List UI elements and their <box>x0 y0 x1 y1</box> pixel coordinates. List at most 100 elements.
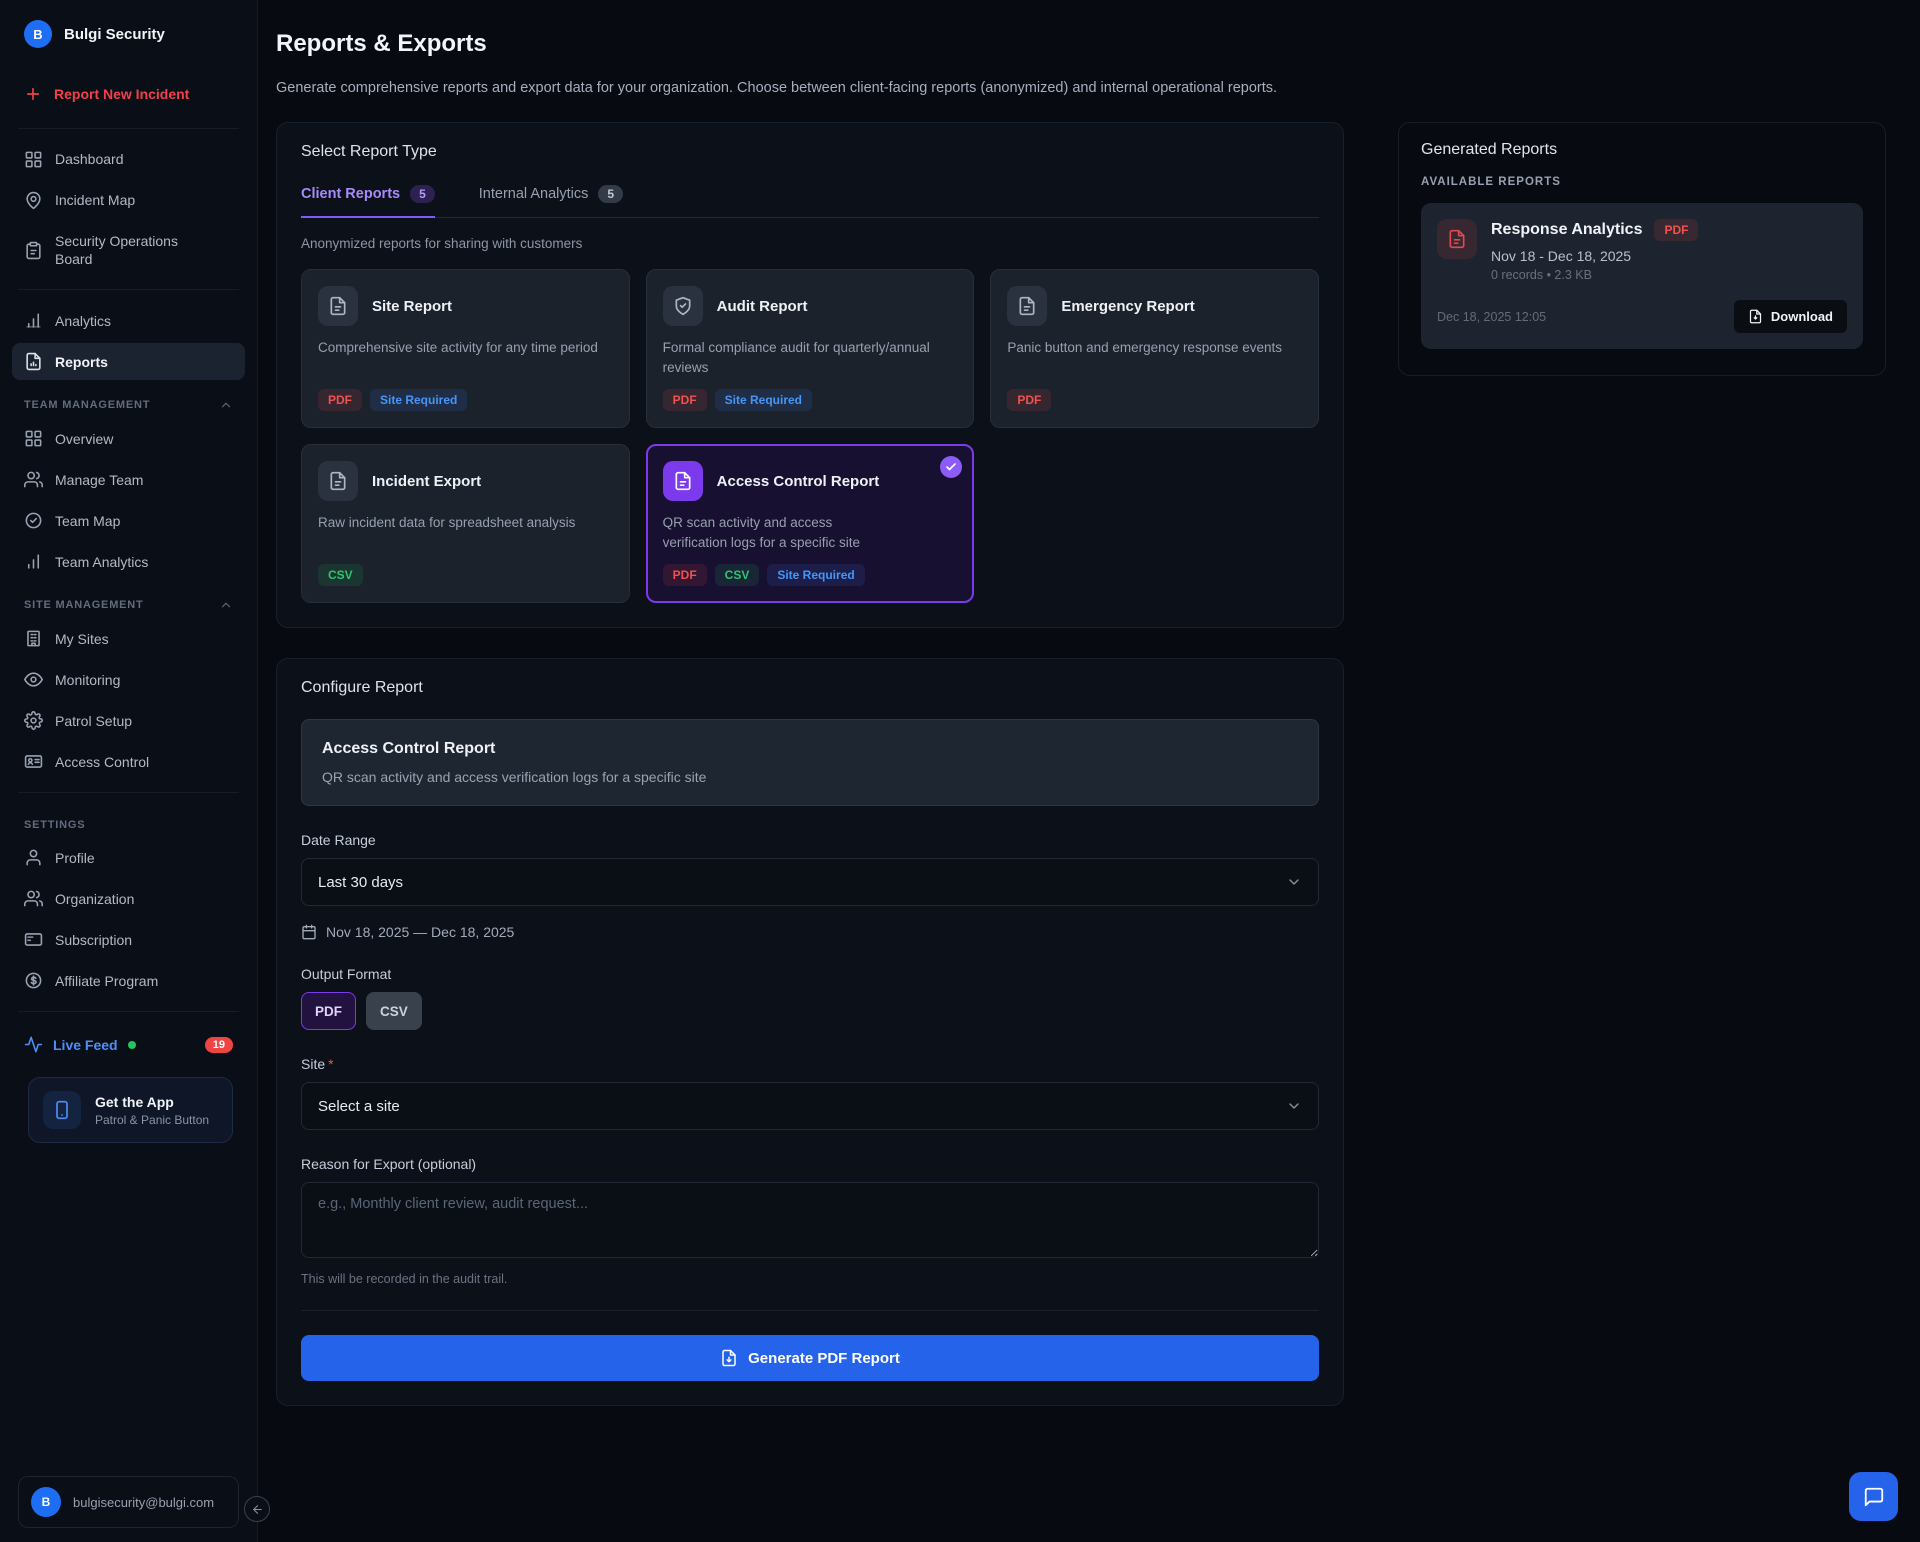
sidebar-item-live-feed[interactable]: Live Feed 19 <box>12 1026 245 1063</box>
pdf-badge: PDF <box>663 564 707 586</box>
sidebar-collapse-button[interactable] <box>244 1496 270 1522</box>
sidebar-item-team-analytics[interactable]: Team Analytics <box>12 543 245 580</box>
id-card-icon <box>24 752 43 771</box>
section-label: SITE MANAGEMENT <box>24 599 144 611</box>
chat-widget-button[interactable] <box>1849 1472 1898 1521</box>
report-new-incident-button[interactable]: Report New Incident <box>12 76 245 112</box>
generate-report-label: Generate PDF Report <box>748 1350 900 1367</box>
sidebar-item-subscription[interactable]: Subscription <box>12 921 245 958</box>
sidebar-item-my-sites[interactable]: My Sites <box>12 620 245 657</box>
generated-report-title: Response Analytics <box>1491 221 1642 239</box>
get-the-app-card[interactable]: Get the App Patrol & Panic Button <box>28 1077 233 1143</box>
summary-desc: QR scan activity and access verification… <box>322 769 1298 785</box>
dashboard-grid-icon <box>24 150 43 169</box>
tab-label: Internal Analytics <box>479 186 589 202</box>
section-label: TEAM MANAGEMENT <box>24 399 150 411</box>
generated-report-range: Nov 18 - Dec 18, 2025 <box>1491 248 1698 264</box>
site-select[interactable]: Select a site <box>301 1082 1319 1130</box>
app-name: Bulgi Security <box>64 26 165 43</box>
tab-label: Client Reports <box>301 186 400 202</box>
sidebar-item-team-map[interactable]: Team Map <box>12 502 245 539</box>
pdf-badge: PDF <box>663 389 707 411</box>
report-card-title: Incident Export <box>372 473 481 490</box>
report-card-audit-report[interactable]: Audit Report Formal compliance audit for… <box>646 269 975 428</box>
sidebar-item-affiliate-program[interactable]: Affiliate Program <box>12 962 245 999</box>
file-icon <box>720 1349 738 1367</box>
account-button[interactable]: B bulgisecurity@bulgi.com <box>18 1476 239 1528</box>
sidebar-item-label: Monitoring <box>55 671 120 689</box>
file-icon <box>318 286 358 326</box>
sidebar-item-organization[interactable]: Organization <box>12 880 245 917</box>
sidebar-item-dashboard[interactable]: Dashboard <box>12 141 245 178</box>
reason-label: Reason for Export (optional) <box>301 1156 1319 1172</box>
generate-report-button[interactable]: Generate PDF Report <box>301 1335 1319 1381</box>
format-pdf-button[interactable]: PDF <box>301 992 356 1030</box>
eye-icon <box>24 670 43 689</box>
reason-textarea[interactable] <box>301 1182 1319 1258</box>
generated-reports-panel: Generated Reports AVAILABLE REPORTS Resp… <box>1398 122 1886 376</box>
sidebar-item-monitoring[interactable]: Monitoring <box>12 661 245 698</box>
sidebar-item-label: Manage Team <box>55 471 143 489</box>
configure-heading: Configure Report <box>301 679 1319 697</box>
download-label: Download <box>1771 309 1833 324</box>
sidebar-item-analytics[interactable]: Analytics <box>12 302 245 339</box>
download-button[interactable]: Download <box>1734 300 1847 333</box>
csv-badge: CSV <box>318 564 363 586</box>
sidebar-item-label: My Sites <box>55 630 109 648</box>
sidebar-item-label: Dashboard <box>55 150 124 168</box>
credit-card-icon <box>24 930 43 949</box>
sidebar-item-incident-map[interactable]: Incident Map <box>12 182 245 219</box>
file-icon <box>1007 286 1047 326</box>
clipboard-icon <box>24 241 43 260</box>
divider <box>18 128 239 129</box>
report-card-emergency-report[interactable]: Emergency Report Panic button and emerge… <box>990 269 1319 428</box>
tab-internal-analytics[interactable]: Internal Analytics 5 <box>479 185 623 217</box>
sidebar-section-site-management[interactable]: SITE MANAGEMENT <box>24 598 233 612</box>
bar-chart-icon <box>24 311 43 330</box>
reason-helper: This will be recorded in the audit trail… <box>301 1272 1319 1286</box>
shield-check-icon <box>663 286 703 326</box>
shield-check-icon <box>24 511 43 530</box>
date-range-select[interactable]: Last 30 days <box>301 858 1319 906</box>
sidebar-item-label: Analytics <box>55 312 111 330</box>
summary-title: Access Control Report <box>322 740 1298 758</box>
users-icon <box>24 889 43 908</box>
report-card-access-control-report[interactable]: Access Control Report QR scan activity a… <box>646 444 975 603</box>
date-range-value: Last 30 days <box>318 874 403 891</box>
date-range-label: Date Range <box>301 832 1319 848</box>
pdf-badge: PDF <box>1007 389 1051 411</box>
tab-count-badge: 5 <box>598 185 623 203</box>
sidebar-item-label: Overview <box>55 430 113 448</box>
chevron-up-icon <box>219 598 233 612</box>
sidebar-item-reports[interactable]: Reports <box>12 343 245 380</box>
sidebar-item-profile[interactable]: Profile <box>12 839 245 876</box>
tab-client-reports[interactable]: Client Reports 5 <box>301 185 435 217</box>
activity-icon <box>24 1035 43 1054</box>
report-card-site-report[interactable]: Site Report Comprehensive site activity … <box>301 269 630 428</box>
bar-chart-icon <box>24 552 43 571</box>
sidebar-item-patrol-setup[interactable]: Patrol Setup <box>12 702 245 739</box>
app-logo[interactable]: B Bulgi Security <box>0 0 257 58</box>
report-card-desc: Panic button and emergency response even… <box>1007 338 1302 358</box>
csv-badge: CSV <box>715 564 760 586</box>
sidebar-item-label: Organization <box>55 890 134 908</box>
sidebar-item-label: Reports <box>55 353 108 371</box>
available-reports-subheading: AVAILABLE REPORTS <box>1421 176 1863 188</box>
sidebar-item-manage-team[interactable]: Manage Team <box>12 461 245 498</box>
generated-report-meta: 0 records • 2.3 KB <box>1491 268 1698 282</box>
dollar-circle-icon <box>24 971 43 990</box>
sidebar-item-label: Affiliate Program <box>55 972 158 990</box>
report-new-incident-label: Report New Incident <box>54 86 189 102</box>
page-title: Reports & Exports <box>276 30 1886 58</box>
download-file-icon <box>1748 309 1763 324</box>
sidebar-item-label: Patrol Setup <box>55 712 132 730</box>
sidebar-section-team-management[interactable]: TEAM MANAGEMENT <box>24 398 233 412</box>
date-span-note: Nov 18, 2025 — Dec 18, 2025 <box>301 924 1319 940</box>
format-csv-button[interactable]: CSV <box>366 992 422 1030</box>
tab-note: Anonymized reports for sharing with cust… <box>301 236 1319 251</box>
get-app-title: Get the App <box>95 1094 209 1110</box>
sidebar-item-access-control[interactable]: Access Control <box>12 743 245 780</box>
sidebar-item-security-operations-board[interactable]: Security Operations Board <box>12 223 232 277</box>
report-card-incident-export[interactable]: Incident Export Raw incident data for sp… <box>301 444 630 603</box>
sidebar-item-overview[interactable]: Overview <box>12 420 245 457</box>
